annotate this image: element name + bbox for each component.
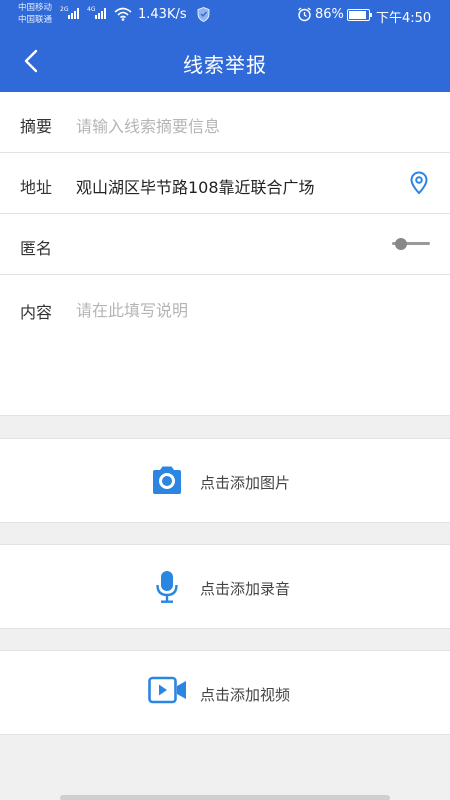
carrier-info: 中国移动 中国联通 bbox=[18, 2, 52, 26]
battery-percent: 86% bbox=[315, 7, 344, 22]
toggle-knob bbox=[395, 238, 407, 250]
anonymous-row: 匿名 bbox=[0, 214, 450, 275]
add-video-label: 点击添加视频 bbox=[200, 686, 291, 704]
address-row[interactable]: 地址 观山湖区毕节路108靠近联合广场 bbox=[0, 153, 450, 214]
add-video-button[interactable]: 点击添加视频 bbox=[0, 650, 450, 735]
alarm-clock-icon bbox=[298, 7, 311, 22]
content-label: 内容 bbox=[20, 303, 53, 322]
address-value[interactable]: 观山湖区毕节路108靠近联合广场 bbox=[76, 174, 315, 198]
content-row: 内容 bbox=[0, 275, 450, 416]
report-form: 摘要 请输入线索摘要信息 地址 观山湖区毕节路108靠近联合广场 匿名 内容 bbox=[0, 92, 450, 416]
add-audio-button[interactable]: 点击添加录音 bbox=[0, 544, 450, 629]
address-label: 地址 bbox=[20, 178, 53, 197]
anonymous-label: 匿名 bbox=[20, 239, 53, 258]
video-camera-icon bbox=[148, 676, 186, 704]
add-image-label: 点击添加图片 bbox=[200, 474, 291, 492]
microphone-icon bbox=[156, 571, 178, 603]
carrier-2: 中国联通 bbox=[18, 15, 53, 25]
summary-label: 摘要 bbox=[20, 117, 53, 136]
carrier-1: 中国移动 bbox=[18, 3, 53, 13]
nav-bar: 线索举报 bbox=[0, 30, 450, 92]
summary-input[interactable]: 请输入线索摘要信息 bbox=[76, 113, 220, 137]
signal-icon-2 bbox=[95, 8, 106, 19]
add-image-button[interactable]: 点击添加图片 bbox=[0, 438, 450, 523]
status-time: 下午4:50 bbox=[376, 11, 432, 26]
camera-icon bbox=[153, 466, 181, 494]
content-textarea[interactable] bbox=[76, 297, 426, 397]
network-speed: 1.43K/s bbox=[138, 7, 187, 22]
wifi-icon bbox=[114, 7, 132, 21]
anonymous-toggle[interactable] bbox=[392, 236, 430, 252]
signal-icon bbox=[68, 8, 79, 19]
battery-icon bbox=[347, 9, 372, 21]
home-indicator[interactable] bbox=[60, 795, 390, 800]
status-bar: 中国移动 中国联通 2G 4G 1.43K/s 86% 下午4:50 bbox=[0, 0, 450, 30]
location-pin-icon[interactable] bbox=[410, 171, 428, 195]
shield-icon bbox=[197, 7, 210, 22]
summary-row[interactable]: 摘要 请输入线索摘要信息 bbox=[0, 92, 450, 153]
add-audio-label: 点击添加录音 bbox=[200, 580, 291, 598]
page-title: 线索举报 bbox=[183, 53, 267, 77]
